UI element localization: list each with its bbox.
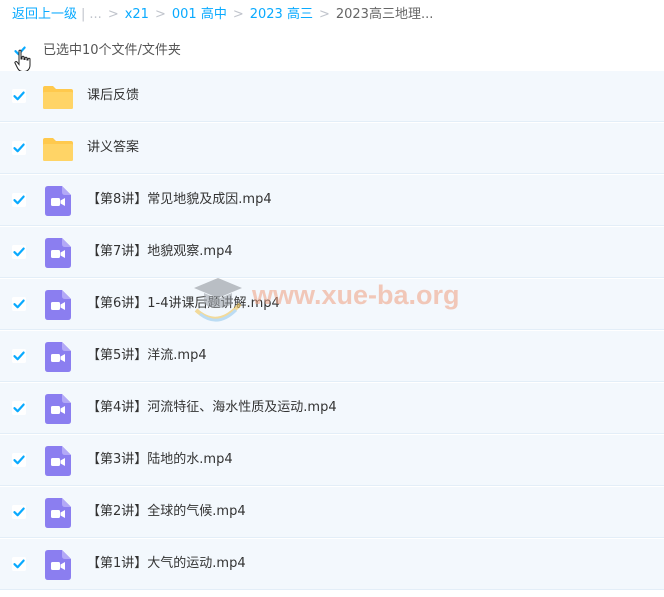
file-row[interactable]: 【第8讲】常见地貌及成因.mp4 bbox=[0, 175, 664, 226]
video-file-icon bbox=[45, 342, 71, 372]
file-name[interactable]: 课后反馈 bbox=[87, 87, 139, 105]
breadcrumb-separator: > bbox=[232, 7, 244, 22]
row-checkbox[interactable] bbox=[12, 141, 26, 155]
selection-header: 已选中10个文件/文件夹 bbox=[0, 36, 664, 72]
file-row[interactable]: 课后反馈 bbox=[0, 71, 664, 122]
row-checkbox[interactable] bbox=[12, 453, 26, 467]
row-checkbox[interactable] bbox=[12, 297, 26, 311]
breadcrumb-item-highschool[interactable]: 001 高中 bbox=[172, 7, 227, 22]
breadcrumb-item-x21[interactable]: x21 bbox=[125, 7, 149, 22]
row-checkbox[interactable] bbox=[12, 401, 26, 415]
breadcrumb: 返回上一级 |... > x21 >001 高中 >2023 高三 >2023高三地理... bbox=[12, 5, 433, 25]
file-row[interactable]: 【第4讲】河流特征、海水性质及运动.mp4 bbox=[0, 383, 664, 434]
file-name[interactable]: 【第6讲】1-4讲课后题讲解.mp4 bbox=[87, 295, 280, 313]
breadcrumb-separator: > bbox=[154, 7, 166, 22]
hand-cursor-icon bbox=[14, 49, 31, 72]
file-name[interactable]: 【第5讲】洋流.mp4 bbox=[87, 347, 207, 365]
row-checkbox[interactable] bbox=[12, 193, 26, 207]
breadcrumb-item-grade3[interactable]: 2023 高三 bbox=[250, 7, 313, 22]
file-row[interactable]: 【第7讲】地貌观察.mp4 bbox=[0, 227, 664, 278]
row-checkbox[interactable] bbox=[12, 349, 26, 363]
file-row[interactable]: 【第3讲】陆地的水.mp4 bbox=[0, 435, 664, 486]
folder-icon bbox=[43, 86, 73, 109]
video-file-icon bbox=[45, 498, 71, 528]
video-file-icon bbox=[45, 186, 71, 216]
file-name[interactable]: 【第2讲】全球的气候.mp4 bbox=[87, 503, 246, 521]
file-row[interactable]: 【第6讲】1-4讲课后题讲解.mp4 bbox=[0, 279, 664, 330]
breadcrumb-separator: > bbox=[107, 7, 119, 22]
video-file-icon bbox=[45, 446, 71, 476]
row-checkbox[interactable] bbox=[12, 89, 26, 103]
file-name[interactable]: 【第8讲】常见地貌及成因.mp4 bbox=[87, 191, 272, 209]
file-row[interactable]: 【第2讲】全球的气候.mp4 bbox=[0, 487, 664, 538]
breadcrumb-separator: > bbox=[318, 7, 330, 22]
row-checkbox[interactable] bbox=[12, 245, 26, 259]
file-name[interactable]: 【第7讲】地貌观察.mp4 bbox=[87, 243, 233, 261]
video-file-icon bbox=[45, 550, 71, 580]
back-link[interactable]: 返回上一级 bbox=[12, 7, 77, 22]
breadcrumb-ellipsis[interactable]: ... bbox=[89, 7, 101, 22]
file-name[interactable]: 讲义答案 bbox=[87, 139, 139, 157]
selection-count-label: 已选中10个文件/文件夹 bbox=[43, 43, 181, 58]
file-row[interactable]: 【第1讲】大气的运动.mp4 bbox=[0, 539, 664, 590]
file-row[interactable]: 【第5讲】洋流.mp4 bbox=[0, 331, 664, 382]
breadcrumb-current: 2023高三地理... bbox=[335, 7, 434, 22]
video-file-icon bbox=[45, 290, 71, 320]
video-file-icon bbox=[45, 394, 71, 424]
folder-icon bbox=[43, 138, 73, 161]
breadcrumb-divider: | bbox=[81, 7, 86, 22]
file-name[interactable]: 【第1讲】大气的运动.mp4 bbox=[87, 555, 246, 573]
file-row[interactable]: 讲义答案 bbox=[0, 123, 664, 174]
file-name[interactable]: 【第4讲】河流特征、海水性质及运动.mp4 bbox=[87, 399, 337, 417]
file-name[interactable]: 【第3讲】陆地的水.mp4 bbox=[87, 451, 233, 469]
video-file-icon bbox=[45, 238, 71, 268]
row-checkbox[interactable] bbox=[12, 505, 26, 519]
row-checkbox[interactable] bbox=[12, 557, 26, 571]
